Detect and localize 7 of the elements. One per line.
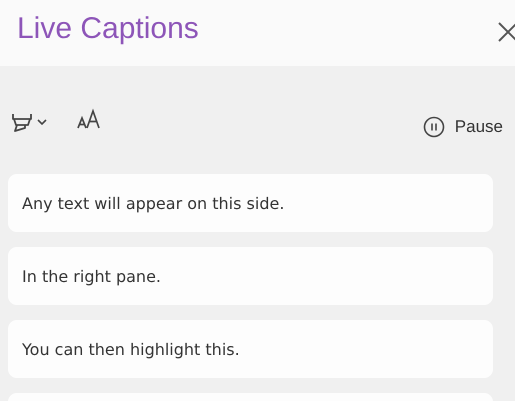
caption-card: You can then highlight this. <box>8 320 493 378</box>
pause-icon <box>422 116 445 138</box>
close-icon[interactable] <box>497 21 515 43</box>
window-title: Live Captions <box>17 12 199 46</box>
pause-button[interactable]: Pause <box>422 116 515 138</box>
caption-card: In the right pane. <box>8 247 493 305</box>
caption-card: Any text will appear on this side. <box>8 174 493 232</box>
